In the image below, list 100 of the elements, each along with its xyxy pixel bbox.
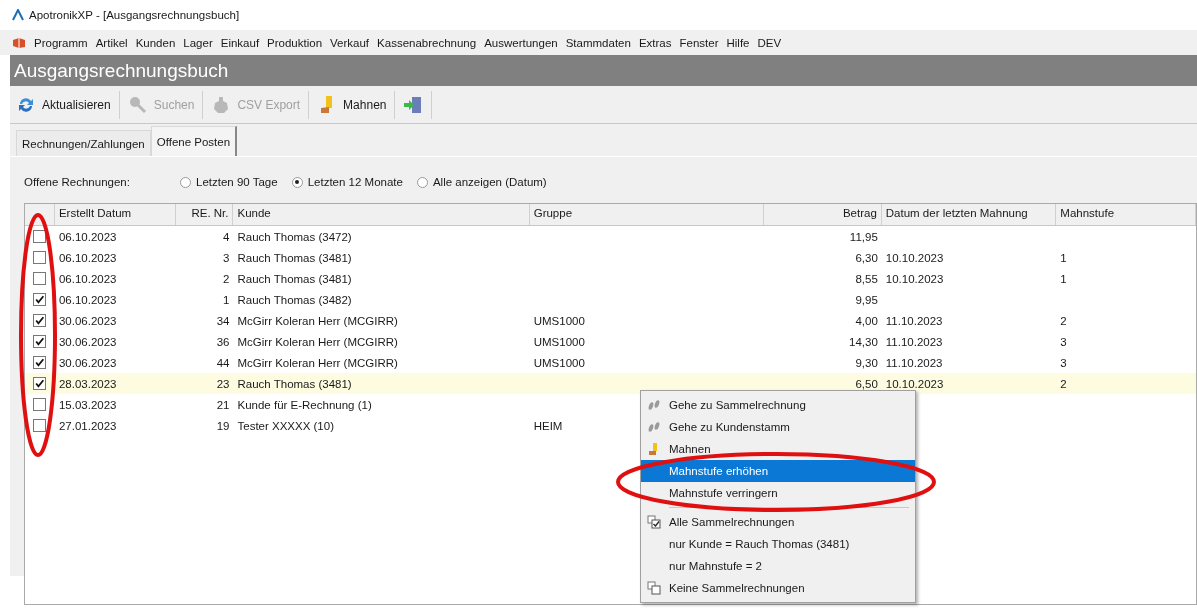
table-cell: Rauch Thomas (3481) — [237, 377, 352, 390]
table-cell: 10.10.2023 — [885, 272, 944, 285]
table-cell: Kunde für E-Rechnung (1) — [237, 398, 372, 411]
table-cell: McGirr Koleran Herr (MCGIRR) — [237, 314, 398, 327]
menu-item[interactable]: Mahnstufe verringern — [641, 482, 915, 504]
footprints-icon — [647, 398, 661, 412]
column-header[interactable]: Erstellt Datum — [54, 204, 176, 225]
menu-item[interactable]: Einkauf — [220, 36, 260, 49]
row-checkbox[interactable] — [33, 419, 47, 432]
table-cell: McGirr Koleran Herr (MCGIRR) — [237, 335, 398, 348]
menu-item[interactable]: Programm — [34, 36, 88, 49]
menu-item[interactable]: DEV — [757, 36, 782, 49]
table-cell: 30.06.2023 — [58, 356, 117, 369]
row-checkbox[interactable] — [33, 314, 47, 327]
column-header[interactable]: Mahnstufe — [1056, 204, 1196, 225]
table-cell: 1 — [1060, 251, 1067, 264]
app-logo-icon — [12, 9, 24, 21]
menu-item[interactable]: Gehe zu Sammelrechnung — [641, 394, 915, 416]
radio-label: Letzten 90 Tage — [196, 176, 278, 188]
radio-button[interactable] — [416, 176, 428, 188]
row-checkbox[interactable] — [33, 356, 47, 369]
menu-item[interactable]: Auswertungen — [484, 36, 558, 49]
table-cell: HEIM — [533, 419, 563, 432]
table-cell: 27.01.2023 — [58, 419, 117, 432]
table-cell: Rauch Thomas (3472) — [237, 230, 352, 243]
menu-item[interactable]: Mahnen — [641, 438, 915, 460]
menu-item[interactable]: nur Mahnstufe = 2 — [641, 555, 915, 577]
table-cell: 06.10.2023 — [58, 230, 117, 243]
menu-item[interactable]: nur Kunde = Rauch Thomas (3481) — [641, 533, 915, 555]
row-checkbox[interactable] — [33, 398, 47, 411]
table-cell: 2 — [1060, 314, 1067, 327]
column-header[interactable]: Gruppe — [529, 204, 765, 225]
table-cell: 34 — [216, 314, 230, 327]
table-cell: UMS1000 — [533, 314, 585, 327]
table-cell: Tester XXXXX (10) — [237, 419, 334, 432]
menu-item[interactable]: Kassenabrechnung — [377, 36, 477, 49]
footprints-icon — [647, 420, 661, 434]
table-cell: 9,95 — [855, 293, 878, 306]
table-cell: 3 — [223, 251, 230, 264]
toolbar-button[interactable]: Aktualisieren — [10, 90, 117, 119]
menu-item[interactable]: Alle Sammelrechnungen — [641, 511, 915, 533]
menu-item[interactable]: Artikel — [95, 36, 128, 49]
column-header[interactable]: RE. Nr. — [175, 204, 234, 225]
table-cell: 4,00 — [855, 314, 878, 327]
menu-item[interactable]: Mahnstufe erhöhen — [641, 460, 915, 482]
window-title: ApotronikXP - [Ausgangsrechnungsbuch] — [29, 9, 240, 21]
table-cell: 10.10.2023 — [885, 251, 944, 264]
table-cell: 30.06.2023 — [58, 314, 117, 327]
menu-item[interactable]: Gehe zu Kundenstamm — [641, 416, 915, 438]
menu-item[interactable]: Hilfe — [726, 36, 750, 49]
menu-item[interactable]: Kunden — [135, 36, 176, 49]
row-checkbox[interactable] — [33, 293, 47, 306]
table-cell: 11.10.2023 — [885, 356, 943, 369]
row-checkbox[interactable] — [33, 251, 47, 264]
menu-item[interactable]: Verkauf — [330, 36, 370, 49]
table-cell: 30.06.2023 — [58, 335, 117, 348]
toolbar-button[interactable]: Mahnen — [311, 90, 393, 119]
table-cell: 1 — [223, 293, 230, 306]
row-checkbox[interactable] — [33, 335, 47, 348]
tab[interactable]: Rechnungen/Zahlungen — [16, 130, 151, 156]
table-cell: 3 — [1060, 356, 1067, 369]
table-cell: 06.10.2023 — [58, 251, 117, 264]
table-cell: 4 — [223, 230, 230, 243]
tab[interactable]: Offene Posten — [150, 126, 238, 156]
column-header[interactable]: Betrag — [764, 204, 882, 225]
table-cell: 10.10.2023 — [885, 377, 944, 390]
row-checkbox[interactable] — [33, 230, 47, 243]
table-cell: McGirr Koleran Herr (MCGIRR) — [237, 356, 398, 369]
table-cell: UMS1000 — [533, 335, 585, 348]
radio-option[interactable]: Letzten 90 Tage — [180, 176, 278, 188]
table-cell: 23 — [216, 377, 230, 390]
table-cell: 1 — [1060, 272, 1067, 285]
table-cell: 06.10.2023 — [58, 272, 117, 285]
table-cell: 14,30 — [849, 335, 878, 348]
book-icon — [12, 36, 26, 49]
table-cell: UMS1000 — [533, 356, 585, 369]
table-cell: 19 — [216, 419, 230, 432]
column-header[interactable]: Kunde — [233, 204, 530, 225]
radio-button[interactable] — [180, 176, 191, 188]
page-title: Ausgangsrechnungsbuch — [14, 59, 229, 82]
table-cell: 3 — [1060, 335, 1067, 348]
column-header[interactable]: Datum der letzten Mahnung — [881, 204, 1057, 225]
table-cell: 9,30 — [855, 356, 878, 369]
table-cell: 11.10.2023 — [885, 335, 943, 348]
table-cell: Rauch Thomas (3481) — [237, 251, 352, 264]
row-checkbox[interactable] — [33, 272, 47, 285]
menu-item[interactable]: Produktion — [267, 36, 323, 49]
table-cell: 11.10.2023 — [885, 314, 943, 327]
radio-button[interactable] — [291, 176, 303, 188]
table-cell: 44 — [216, 356, 230, 369]
menu-item[interactable]: Fenster — [679, 36, 719, 49]
menu-item[interactable]: Stammdaten — [565, 36, 631, 49]
menu-item[interactable]: Keine Sammelrechnungen — [641, 577, 915, 599]
menu-item[interactable]: Extras — [638, 36, 672, 49]
checkboxes-icon — [647, 515, 661, 529]
table-cell: Rauch Thomas (3482) — [237, 293, 352, 306]
table-cell: 06.10.2023 — [58, 293, 117, 306]
table-cell: 6,50 — [855, 377, 878, 390]
row-checkbox[interactable] — [33, 377, 47, 390]
menu-item[interactable]: Lager — [183, 36, 213, 49]
